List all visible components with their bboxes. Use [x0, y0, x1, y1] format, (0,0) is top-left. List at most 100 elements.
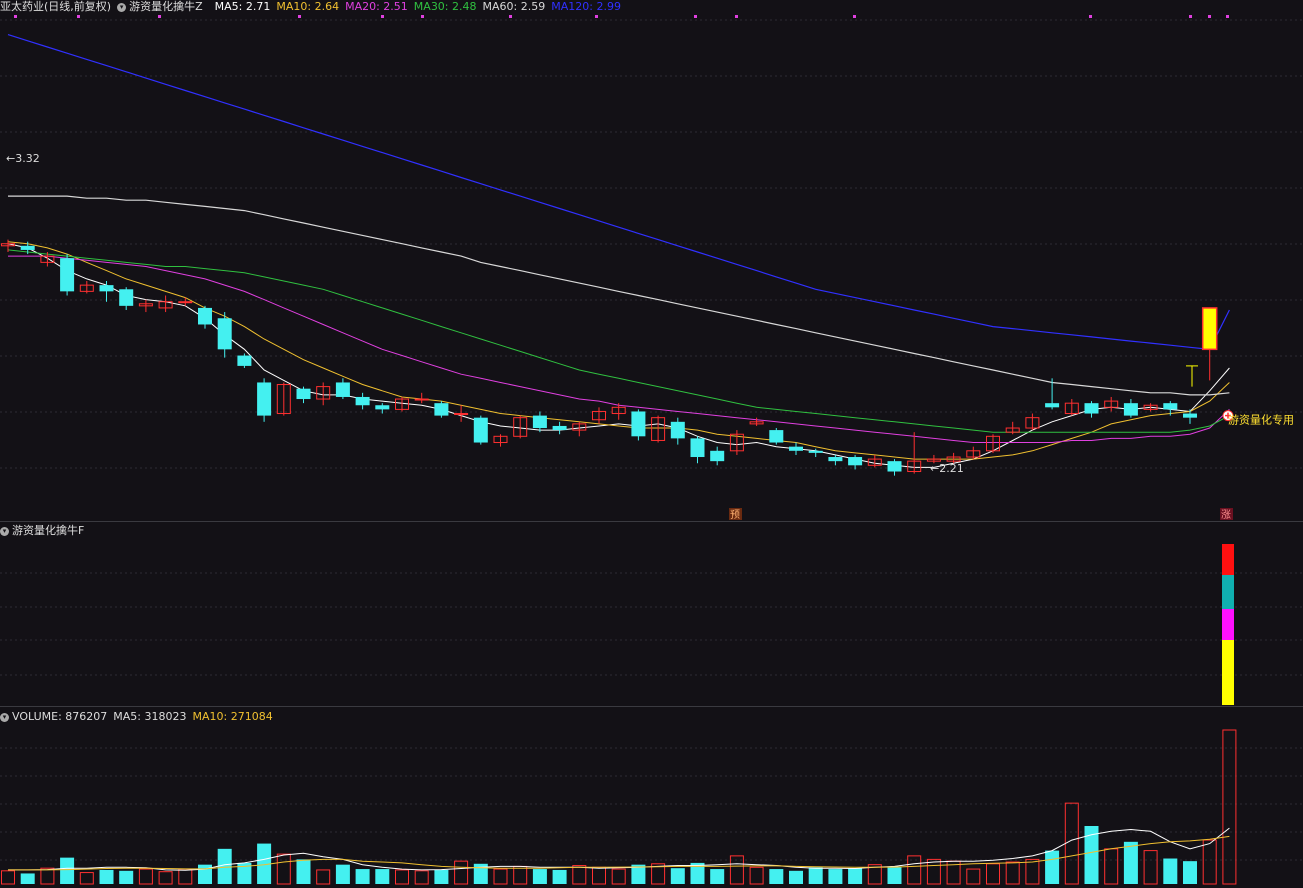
candle [414, 392, 429, 404]
signal-bar-yellow [1222, 640, 1234, 705]
candle-body [887, 461, 902, 472]
candle-body [532, 415, 547, 429]
volume-bars [1, 729, 1237, 885]
volume-bar [552, 869, 567, 884]
volume-bar [1005, 861, 1020, 885]
top-marker [853, 15, 856, 18]
volume-bar [749, 866, 764, 885]
volume-bar [828, 869, 843, 884]
price-chart[interactable]: ←3.32 ←2.21 游资量化专用预 涨 [0, 0, 1303, 888]
candle-body [828, 457, 843, 462]
volume-bar [926, 858, 941, 885]
candle [651, 415, 666, 443]
candle-body [257, 382, 272, 416]
candle [729, 430, 744, 455]
candle-body [808, 450, 823, 453]
volume-bar [1123, 841, 1138, 884]
candle [60, 254, 75, 296]
candle [986, 434, 1000, 453]
signal-bar-red [1222, 544, 1234, 575]
volume-bar [138, 868, 153, 885]
volume-bar [158, 871, 173, 885]
volume-bar [1143, 850, 1158, 885]
volume-bar [1183, 861, 1197, 884]
volume-bar [710, 869, 725, 884]
candle-body [769, 430, 784, 443]
volume-bar [217, 848, 232, 884]
high-price-label: ←3.32 [6, 152, 40, 165]
candle [1123, 399, 1138, 418]
volume-bar [592, 866, 606, 885]
volume-bar [513, 865, 528, 885]
candle [335, 378, 350, 400]
volume-bar [532, 869, 547, 884]
low-price-label: ←2.21 [930, 462, 964, 475]
candle-body [1123, 403, 1138, 416]
candle [257, 378, 272, 422]
top-marker [1089, 15, 1092, 18]
signal-label: 游资量化专用 [1228, 413, 1294, 427]
volume-bar [414, 870, 429, 885]
volume-bar [1045, 850, 1060, 884]
volume-bar [1202, 839, 1217, 885]
top-markers [14, 15, 1229, 18]
candle [158, 295, 173, 313]
volume-bar [907, 855, 922, 885]
candle-body [99, 285, 114, 292]
candle-body [178, 301, 193, 304]
signal-bar-magenta [1222, 609, 1234, 640]
volume-bar [335, 864, 350, 884]
candle [1005, 421, 1020, 435]
candle-body [237, 355, 252, 366]
candle [1201, 307, 1218, 381]
candle [769, 428, 784, 445]
candle [532, 411, 547, 433]
volume-bar [808, 867, 823, 884]
ma-line-ma10 [7, 241, 1230, 460]
volume-bar [178, 868, 193, 885]
volume-bar [296, 859, 311, 884]
candle-body [434, 403, 449, 416]
volume-bar [20, 873, 35, 884]
volume-bar [276, 853, 291, 885]
volume-bar [1064, 802, 1079, 885]
candle-body [1084, 403, 1099, 414]
candle-body [217, 318, 232, 350]
candle [355, 392, 370, 410]
top-marker [77, 15, 80, 18]
volume-bar [1163, 858, 1178, 884]
volume-bar [355, 869, 370, 884]
candle-body [710, 450, 725, 462]
candle-body [414, 398, 429, 401]
candle [592, 407, 606, 424]
volume-bar [887, 866, 902, 884]
candles [1, 239, 1218, 476]
top-marker [1189, 15, 1192, 18]
candle-body [552, 425, 567, 431]
candle-body [375, 405, 390, 410]
top-marker [735, 15, 738, 18]
candle [572, 421, 587, 437]
candle [848, 454, 863, 470]
volume-bar [769, 869, 784, 884]
volume-bar [1222, 729, 1237, 885]
candle [887, 459, 902, 476]
volume-bar [454, 860, 469, 885]
candle [395, 396, 409, 412]
candle-body [1183, 413, 1197, 418]
volume-bar [40, 867, 55, 885]
candle [828, 454, 843, 466]
candle [789, 442, 803, 455]
candle [1025, 413, 1040, 431]
candle-body [670, 421, 685, 439]
top-marker [158, 15, 161, 18]
volume-bar [611, 868, 626, 885]
top-marker [509, 15, 512, 18]
volume-bar [375, 869, 390, 884]
candle [493, 434, 508, 447]
candle [198, 305, 212, 329]
candle-body [473, 417, 488, 443]
volume-bar [434, 869, 449, 884]
candle [217, 312, 232, 358]
candle-body [1163, 403, 1178, 410]
